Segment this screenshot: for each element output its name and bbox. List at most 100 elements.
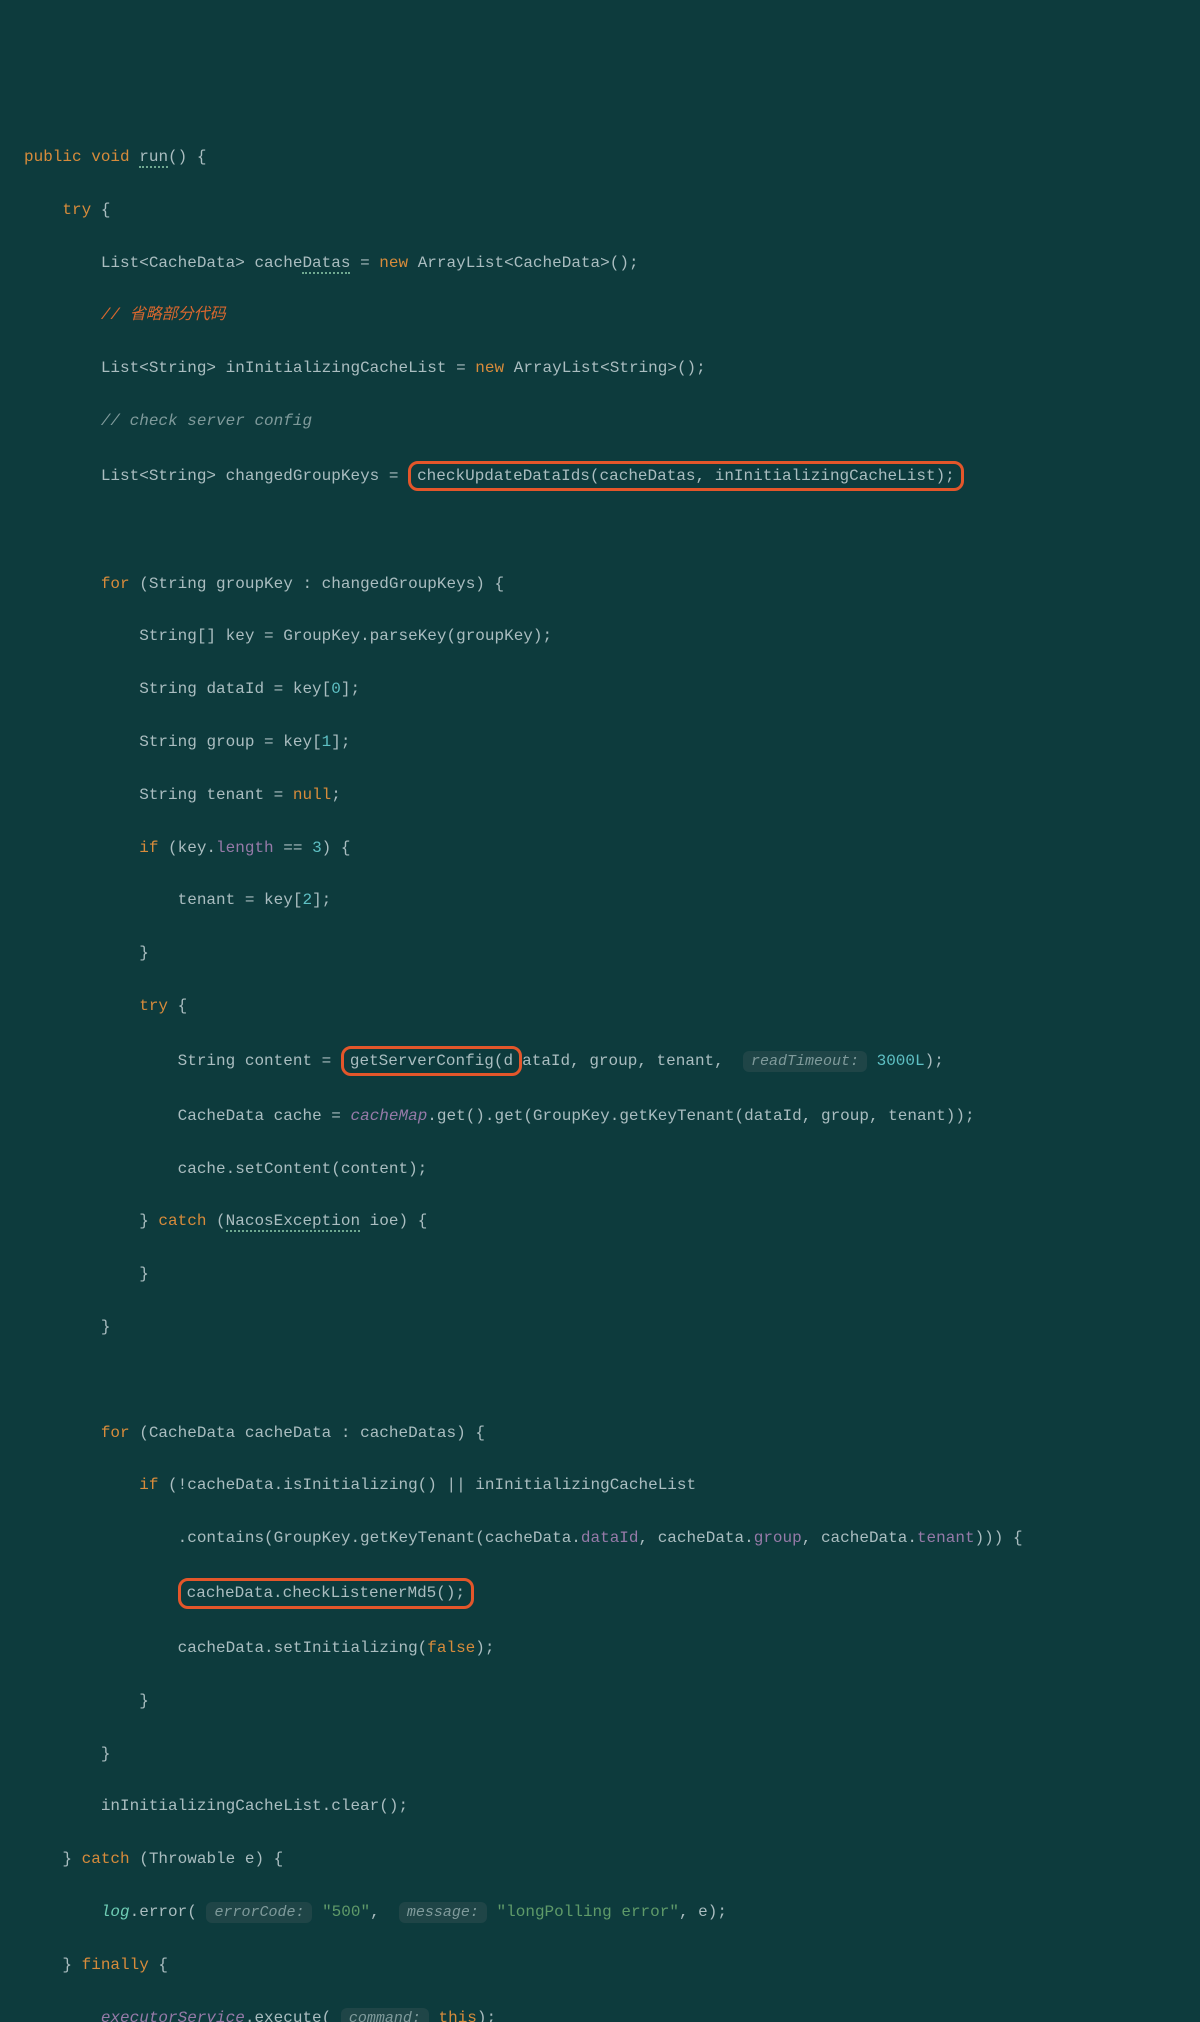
- type-string-arr: String[]: [139, 627, 216, 645]
- number-1: 1: [322, 733, 332, 751]
- field-group: group: [754, 1529, 802, 1547]
- type-throwable: Throwable: [149, 1850, 235, 1868]
- code-line: List<CacheData> cacheDatas = new ArrayLi…: [24, 250, 1176, 276]
- property-length: length: [216, 839, 274, 857]
- var-tenant: tenant: [206, 786, 264, 804]
- param-hint-message: message:: [399, 1902, 487, 1923]
- code-line: }: [24, 1314, 1176, 1340]
- highlight-checkListenerMd5: cacheData.checkListenerMd5();: [178, 1578, 474, 1609]
- code-line: log.error( errorCode: "500", message: "l…: [24, 1899, 1176, 1926]
- param-hint-readTimeout: readTimeout:: [743, 1051, 867, 1072]
- field-tenant: tenant: [917, 1529, 975, 1547]
- code-line: } catch (Throwable e) {: [24, 1846, 1176, 1872]
- call-setInitializing: cacheData.setInitializing(: [178, 1639, 428, 1657]
- code-line: } catch (NacosException ioe) {: [24, 1208, 1176, 1234]
- code-line: tenant = key[2];: [24, 887, 1176, 913]
- var-content: content: [245, 1052, 312, 1070]
- keyword-void: void: [91, 148, 129, 166]
- method-name-run: run: [139, 148, 168, 168]
- code-line: String tenant = null;: [24, 782, 1176, 808]
- type-cachedata: CacheData: [178, 1107, 264, 1125]
- code-line: [24, 1367, 1176, 1393]
- keyword-public: public: [24, 148, 82, 166]
- var-cacheData: cacheData: [245, 1424, 331, 1442]
- code-line: if (key.length == 3) {: [24, 835, 1176, 861]
- keyword-catch: catch: [82, 1850, 130, 1868]
- code-line: } finally {: [24, 1952, 1176, 1978]
- code-line: }: [24, 940, 1176, 966]
- code-line: }: [24, 1261, 1176, 1287]
- number-2: 2: [302, 891, 312, 909]
- type-string: String: [139, 680, 197, 698]
- keyword-new: new: [475, 359, 504, 377]
- type-list-string: List<String>: [101, 359, 216, 377]
- code-line: }: [24, 1741, 1176, 1767]
- string-500: "500": [322, 1903, 370, 1921]
- var-ioe: ioe: [370, 1212, 399, 1230]
- code-editor[interactable]: public void run() { try { List<CacheData…: [24, 118, 1176, 2022]
- comment-check-server-config: // check server config: [101, 412, 312, 430]
- code-line: [24, 518, 1176, 544]
- type-arraylist-cachedata: ArrayList<CacheData>: [418, 254, 610, 272]
- keyword-catch: catch: [158, 1212, 206, 1230]
- code-line: cache.setContent(content);: [24, 1156, 1176, 1182]
- type-list-cachedata: List<CacheData>: [101, 254, 245, 272]
- string-longPolling-error: "longPolling error": [497, 1903, 679, 1921]
- field-dataId: dataId: [581, 1529, 639, 1547]
- code-line: List<String> changedGroupKeys = checkUpd…: [24, 461, 1176, 492]
- cacheData-dot: cacheData.: [658, 1529, 754, 1547]
- keyword-null: null: [293, 786, 331, 804]
- code-line: cacheData.checkListenerMd5();: [24, 1578, 1176, 1609]
- code-line: String content = getServerConfig(dataId,…: [24, 1046, 1176, 1077]
- getServerConfig-args: ataId, group, tenant,: [522, 1052, 733, 1070]
- var-dataId: dataId: [206, 680, 264, 698]
- code-line: inInitializingCacheList.clear();: [24, 1793, 1176, 1819]
- type-string: String: [149, 575, 207, 593]
- code-line: CacheData cache = cacheMap.get().get(Gro…: [24, 1103, 1176, 1129]
- call-getServerConfig: getServerConfig(: [350, 1052, 504, 1070]
- var-key: key: [226, 627, 255, 645]
- var-changedGroupKeys: changedGroupKeys: [226, 467, 380, 485]
- code-line: public void run() {: [24, 144, 1176, 170]
- cond-isInitializing: !cacheData.isInitializing() || inInitial…: [178, 1476, 696, 1494]
- code-line: .contains(GroupKey.getKeyTenant( cacheDat…: [24, 1525, 1176, 1551]
- param-hint-command: command:: [341, 2008, 429, 2022]
- var-log: log: [101, 1903, 130, 1921]
- var-e: e: [245, 1850, 255, 1868]
- method-execute: .execute(: [245, 2009, 331, 2022]
- keyword-try: try: [139, 997, 168, 1015]
- keyword-for: for: [101, 575, 130, 593]
- var-groupKey: groupKey: [216, 575, 293, 593]
- param-hint-errorCode: errorCode:: [206, 1902, 312, 1923]
- code-line: executorService.execute( command: this);: [24, 2005, 1176, 2022]
- field-executorService: executorService: [101, 2009, 245, 2022]
- code-line: String[] key = GroupKey.parseKey(groupKe…: [24, 623, 1176, 649]
- keyword-this: this: [439, 2009, 477, 2022]
- code-line: // 省略部分代码: [24, 302, 1176, 328]
- code-line: cacheData.setInitializing(false);: [24, 1635, 1176, 1661]
- number-3000L: 3000L: [877, 1052, 925, 1070]
- call-checkListenerMd5: cacheData.checkListenerMd5();: [187, 1584, 465, 1602]
- type-string: String: [139, 733, 197, 751]
- type-cachedata: CacheData: [149, 1424, 235, 1442]
- highlight-getServerConfig: getServerConfig(d: [341, 1046, 522, 1077]
- type-string: String: [178, 1052, 236, 1070]
- code-line: for (CacheData cacheData : cacheDatas) {: [24, 1420, 1176, 1446]
- var-cacheDatas: cacheDatas: [360, 1424, 456, 1442]
- class-groupkey: GroupKey: [283, 627, 360, 645]
- keyword-false: false: [427, 1639, 475, 1657]
- keyword-if: if: [139, 1476, 158, 1494]
- cond-contains: .contains(GroupKey.getKeyTenant(: [178, 1529, 485, 1547]
- code-line: String group = key[1];: [24, 729, 1176, 755]
- call-checkUpdateDataIds: checkUpdateDataIds(cacheDatas, inInitial…: [417, 467, 955, 485]
- code-line: List<String> inInitializingCacheList = n…: [24, 355, 1176, 381]
- field-cacheMap: cacheMap: [350, 1107, 427, 1125]
- code-line: }: [24, 1688, 1176, 1714]
- comment-chinese: // 省略部分代码: [101, 306, 226, 324]
- var-cacheDatas: Datas: [302, 254, 350, 274]
- var-group: group: [206, 733, 254, 751]
- number-3: 3: [312, 839, 322, 857]
- method-error: .error(: [130, 1903, 197, 1921]
- code-line: if (!cacheData.isInitializing() || inIni…: [24, 1472, 1176, 1498]
- keyword-new: new: [379, 254, 408, 272]
